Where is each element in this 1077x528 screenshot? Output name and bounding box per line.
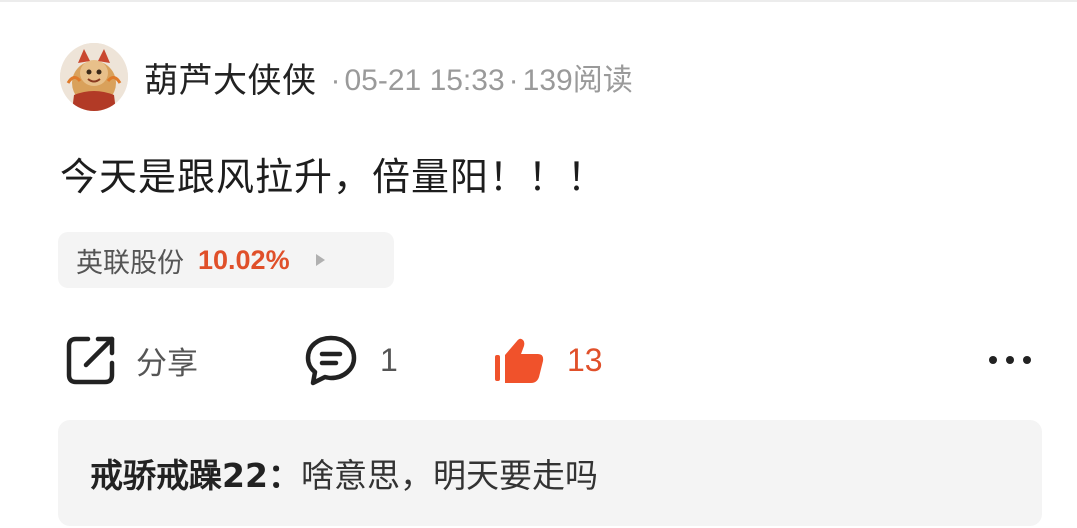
stock-change: 10.02% — [198, 244, 290, 275]
post-meta: · 05-21 15:33 · 139阅读 — [327, 55, 633, 99]
read-count: 139阅读 — [522, 64, 633, 97]
post-text: 今天是跟风拉升，倍量阳！！！ — [60, 155, 607, 199]
stock-tag[interactable]: 英联股份 10.02% — [58, 232, 394, 288]
meta-separator: · — [330, 64, 341, 97]
comment-count: 1 — [380, 341, 398, 378]
chevron-right-icon — [315, 254, 325, 266]
more-dots-icon — [989, 356, 1031, 364]
like-button[interactable]: 13 — [493, 330, 603, 390]
avatar-image — [60, 43, 128, 111]
stock-name: 英联股份 — [76, 247, 184, 279]
share-label: 分享 — [136, 345, 198, 382]
share-button[interactable]: 分享 — [64, 330, 198, 390]
like-count: 13 — [567, 341, 603, 378]
more-button[interactable] — [986, 330, 1034, 390]
action-bar: 分享 1 13 — [0, 330, 1077, 390]
author-name[interactable]: 葫芦大侠侠 — [144, 53, 317, 102]
post-card: 葫芦大侠侠 · 05-21 15:33 · 139阅读 今天是跟风拉升，倍量阳！！！ … — [0, 0, 1077, 528]
meta-separator: · — [508, 64, 519, 97]
thumbs-up-icon — [495, 338, 544, 383]
avatar[interactable] — [60, 43, 128, 111]
comment-author: 戒骄戒躁22： — [90, 456, 301, 495]
comment-icon — [305, 335, 357, 386]
post-header: 葫芦大侠侠 · 05-21 15:33 · 139阅读 — [60, 42, 633, 112]
comment-button[interactable]: 1 — [304, 330, 398, 390]
comment-text: 啥意思，明天要走吗 — [300, 456, 598, 495]
comment-preview[interactable]: 戒骄戒躁22： 啥意思，明天要走吗 — [58, 420, 1042, 526]
post-date: 05-21 15:33 — [344, 64, 505, 97]
share-icon — [66, 336, 115, 385]
